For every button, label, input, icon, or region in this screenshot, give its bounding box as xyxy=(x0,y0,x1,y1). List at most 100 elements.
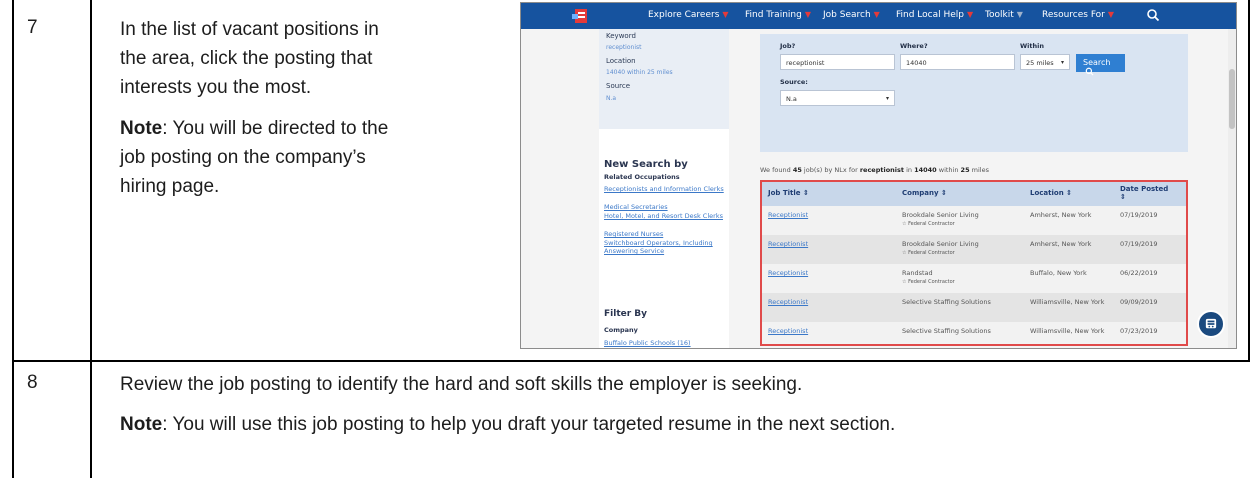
job-location: Buffalo, New York xyxy=(1030,269,1087,277)
star-icon: ☆ xyxy=(902,221,907,227)
step-number: 8 xyxy=(27,372,38,393)
job-search-screenshot: Explore Careers ▼ Find Training ▼ Job Sear… xyxy=(520,2,1237,349)
source-label: Source: xyxy=(780,78,808,86)
results-summary: We found 45 job(s) by NLx for receptioni… xyxy=(760,166,989,174)
new-search-heading: New Search by xyxy=(604,159,688,170)
related-occupations-label: Related Occupations xyxy=(604,173,680,181)
keyword-label: Keyword xyxy=(606,32,636,40)
chevron-down-icon: ▼ xyxy=(873,10,880,19)
job-location: Amherst, New York xyxy=(1030,211,1092,219)
nav-job-search[interactable]: Job Search ▼ xyxy=(823,10,880,20)
search-icon xyxy=(1085,67,1094,76)
location-column-header[interactable]: Location ⇕ xyxy=(1030,189,1072,197)
company-filter-label: Company xyxy=(604,326,638,334)
company-name: Selective Staffing Solutions xyxy=(902,327,991,335)
filter-by-heading: Filter By xyxy=(604,309,648,319)
occupation-link[interactable]: Switchboard Operators, Including Answeri… xyxy=(604,239,724,255)
date-posted: 07/19/2019 xyxy=(1120,240,1158,248)
job-title-link[interactable]: Receptionist xyxy=(768,298,808,306)
date-posted-column-header[interactable]: Date Posted ⇕ xyxy=(1120,185,1170,201)
job-title-column-header[interactable]: Job Title ⇕ xyxy=(768,189,809,197)
source-value[interactable]: N.a xyxy=(606,95,616,102)
results-main: Job? receptionist Where? 14040 Within 25… xyxy=(735,29,1225,348)
search-icon[interactable] xyxy=(1146,8,1160,22)
chevron-down-icon: ▼ xyxy=(1107,10,1115,19)
keyword-value[interactable]: receptionist xyxy=(606,44,641,51)
occupation-link[interactable]: Medical Secretaries xyxy=(604,203,724,211)
federal-contractor-badge: ☆ Federal Contractor xyxy=(902,279,955,285)
results-table: Job Title ⇕ Company ⇕ Location ⇕ Date Po… xyxy=(760,180,1188,346)
location-value[interactable]: 14040 within 25 miles xyxy=(606,69,673,76)
nav-explore-careers[interactable]: Explore Careers ▼ xyxy=(648,10,729,20)
scrollbar-thumb[interactable] xyxy=(1229,69,1235,129)
instruction-text: Review the job posting to identify the h… xyxy=(120,374,803,395)
source-select[interactable]: N.a ▾ xyxy=(780,90,895,106)
company-name: Randstad xyxy=(902,269,933,277)
job-location: Williamsville, New York xyxy=(1030,298,1105,306)
table-column-divider xyxy=(90,0,92,478)
table-left-border xyxy=(12,0,14,478)
table-row[interactable]: Receptionist Randstad ☆ Federal Contract… xyxy=(762,264,1186,293)
caret-down-icon: ▾ xyxy=(1060,59,1064,66)
chevron-down-icon: ▼ xyxy=(967,10,974,19)
occupation-link[interactable]: Registered Nurses xyxy=(604,230,724,238)
company-name: Brookdale Senior Living xyxy=(902,240,979,248)
step-instructions: In the list of vacant positions in the a… xyxy=(120,15,400,213)
occupation-link[interactable]: Receptionists and Information Clerks xyxy=(604,185,724,193)
site-navbar: Explore Careers ▼ Find Training ▼ Job Sear… xyxy=(521,3,1236,29)
location-label: Location xyxy=(606,57,636,65)
chevron-down-icon: ▼ xyxy=(804,10,811,19)
table-row[interactable]: Receptionist Selective Staffing Solution… xyxy=(762,322,1186,344)
table-row[interactable]: Receptionist Brookdale Senior Living ☆ F… xyxy=(762,235,1186,264)
step-instructions: Review the job posting to identify the h… xyxy=(120,370,1240,451)
job-title-link[interactable]: Receptionist xyxy=(768,211,808,219)
nav-find-training[interactable]: Find Training ▼ xyxy=(745,10,811,20)
where-label: Where? xyxy=(900,42,928,50)
step-number: 7 xyxy=(27,17,38,38)
nav-resources-for[interactable]: Resources For ▼ xyxy=(1042,10,1114,20)
note-paragraph: Note: You will use this job posting to h… xyxy=(120,410,1240,439)
job-label: Job? xyxy=(780,42,796,50)
nav-toolkit[interactable]: Toolkit ▼ xyxy=(985,10,1023,20)
search-button[interactable]: Search xyxy=(1076,54,1125,76)
company-name: Brookdale Senior Living xyxy=(902,211,979,219)
federal-contractor-badge: ☆ Federal Contractor xyxy=(902,250,955,256)
search-form: Job? receptionist Where? 14040 Within 25… xyxy=(760,34,1188,152)
company-filter-link[interactable]: Buffalo Public Schools (16) xyxy=(604,339,724,347)
chevron-down-icon: ▼ xyxy=(722,10,729,19)
within-select[interactable]: 25 miles ▾ xyxy=(1020,54,1070,70)
star-icon: ☆ xyxy=(902,279,907,285)
date-posted: 07/23/2019 xyxy=(1120,327,1158,335)
job-title-link[interactable]: Receptionist xyxy=(768,240,808,248)
within-label: Within xyxy=(1020,42,1044,50)
table-row[interactable]: Receptionist Brookdale Senior Living ☆ F… xyxy=(762,206,1186,235)
job-title-link[interactable]: Receptionist xyxy=(768,269,808,277)
job-location: Amherst, New York xyxy=(1030,240,1092,248)
chevron-down-icon: ▼ xyxy=(1016,10,1023,19)
page-scrollbar[interactable] xyxy=(1228,29,1236,348)
results-sidebar: Keyword receptionist Location 14040 with… xyxy=(599,29,729,348)
company-name: Selective Staffing Solutions xyxy=(902,298,991,306)
federal-contractor-badge: ☆ Federal Contractor xyxy=(902,221,955,227)
table-row[interactable]: Receptionist Selective Staffing Solution… xyxy=(762,293,1186,322)
note-text: : You will use this job posting to help … xyxy=(162,414,896,435)
instruction-text: In the list of vacant positions in the a… xyxy=(120,19,379,98)
note-label: Note xyxy=(120,414,163,435)
star-icon: ☆ xyxy=(902,250,907,256)
date-posted: 09/09/2019 xyxy=(1120,298,1158,306)
job-location: Williamsville, New York xyxy=(1030,327,1105,335)
occupation-link[interactable]: Hotel, Motel, and Resort Desk Clerks xyxy=(604,212,724,220)
results-table-header: Job Title ⇕ Company ⇕ Location ⇕ Date Po… xyxy=(762,182,1186,206)
caret-down-icon: ▾ xyxy=(885,95,889,102)
note-paragraph: Note: You will be directed to the job po… xyxy=(120,114,400,201)
job-input[interactable]: receptionist xyxy=(780,54,895,70)
where-input[interactable]: 14040 xyxy=(900,54,1015,70)
job-title-link[interactable]: Receptionist xyxy=(768,327,808,335)
company-column-header[interactable]: Company ⇕ xyxy=(902,189,947,197)
site-logo-icon xyxy=(572,9,587,23)
date-posted: 06/22/2019 xyxy=(1120,269,1158,277)
source-label: Source xyxy=(606,82,631,90)
nav-find-local-help[interactable]: Find Local Help ▼ xyxy=(896,10,973,20)
chat-widget-icon[interactable] xyxy=(1197,310,1225,338)
table-row-divider xyxy=(12,360,1250,362)
